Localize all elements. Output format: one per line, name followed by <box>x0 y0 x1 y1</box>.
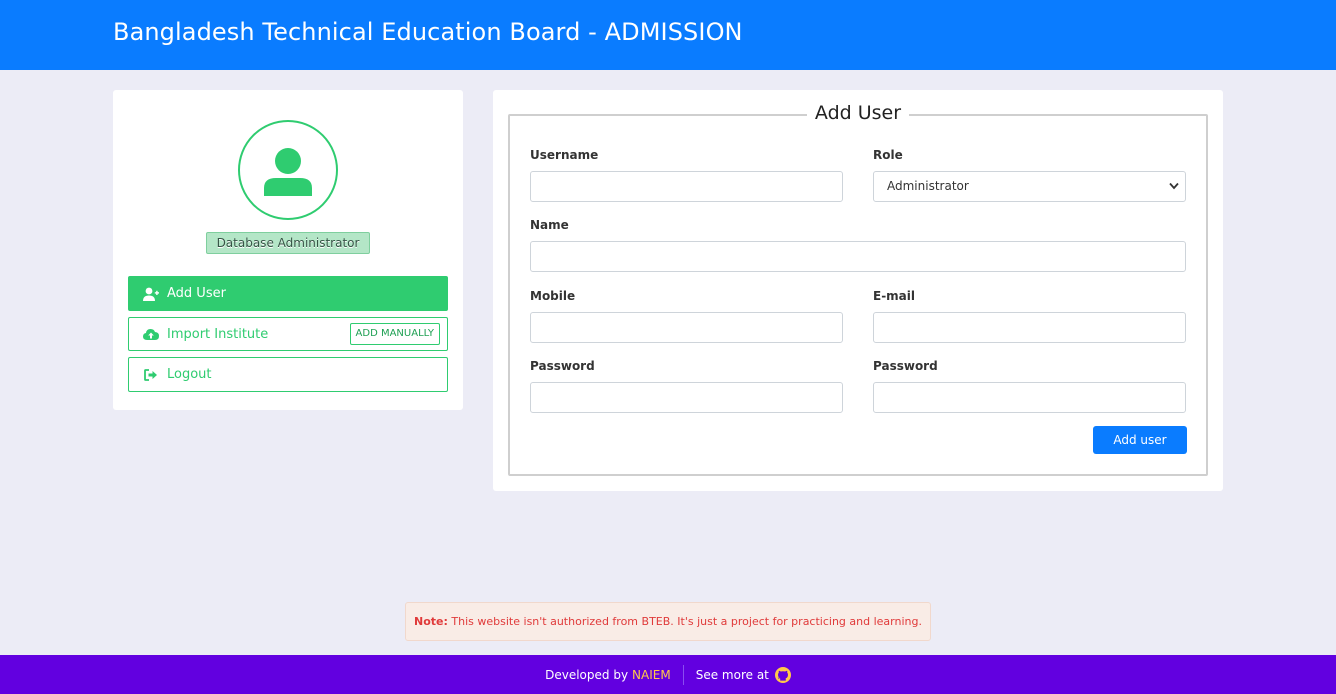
sidebar-item-label: Logout <box>167 367 212 382</box>
sidebar-panel: Database Administrator Add User Import I… <box>113 90 463 410</box>
password-label: Password <box>530 359 595 373</box>
name-label: Name <box>530 218 569 232</box>
sidebar-item-logout[interactable]: Logout <box>128 357 448 392</box>
form-title: Add User <box>806 102 910 124</box>
username-label: Username <box>530 148 599 162</box>
chevron-down-icon <box>1169 182 1179 190</box>
name-input[interactable] <box>530 241 1186 272</box>
cloud-upload-icon <box>143 326 159 342</box>
footer-divider <box>682 664 684 685</box>
app-title: Bangladesh Technical Education Board - A… <box>113 18 743 46</box>
sidebar-item-import-institute[interactable]: Import Institute ADD MANUALLY <box>128 317 448 351</box>
sidebar-item-label: Add User <box>167 286 226 301</box>
mobile-label: Mobile <box>530 289 576 303</box>
role-label: Role <box>873 148 903 162</box>
footer: Developed by NAIEM See more at <box>0 655 1336 694</box>
developed-by-text: Developed by <box>545 667 629 682</box>
disclaimer-note: Note: This website isn't authorized from… <box>405 602 931 641</box>
confirm-password-input[interactable] <box>873 382 1186 413</box>
avatar <box>238 120 338 220</box>
email-label: E-mail <box>873 289 916 303</box>
sidebar-item-add-user[interactable]: Add User <box>128 276 448 311</box>
user-icon <box>264 148 312 196</box>
note-text: This website isn't authorized from BTEB.… <box>451 615 922 628</box>
form-legend: Add User <box>510 102 1206 124</box>
add-manually-button[interactable]: ADD MANUALLY <box>349 323 440 345</box>
password-input[interactable] <box>530 382 843 413</box>
user-plus-icon <box>143 286 159 302</box>
confirm-password-label: Password <box>873 359 938 373</box>
note-prefix: Note: <box>414 615 448 628</box>
role-select-value: Administrator <box>887 179 969 193</box>
mobile-input[interactable] <box>530 312 843 343</box>
add-user-form: Add User Username Role Administrator Nam… <box>508 102 1208 476</box>
role-badge: Database Administrator <box>206 232 370 254</box>
username-input[interactable] <box>530 171 843 202</box>
developer-link[interactable]: NAIEM <box>632 668 671 682</box>
role-select[interactable]: Administrator <box>873 171 1186 202</box>
sidebar-item-label: Import Institute <box>167 326 269 342</box>
see-more-text: See more at <box>695 667 769 682</box>
add-user-panel: Add User Username Role Administrator Nam… <box>493 90 1223 491</box>
email-input[interactable] <box>873 312 1186 343</box>
sign-out-icon <box>143 367 159 383</box>
add-user-button[interactable]: Add user <box>1093 426 1187 454</box>
github-icon[interactable] <box>774 666 791 683</box>
top-header: Bangladesh Technical Education Board - A… <box>0 0 1336 70</box>
